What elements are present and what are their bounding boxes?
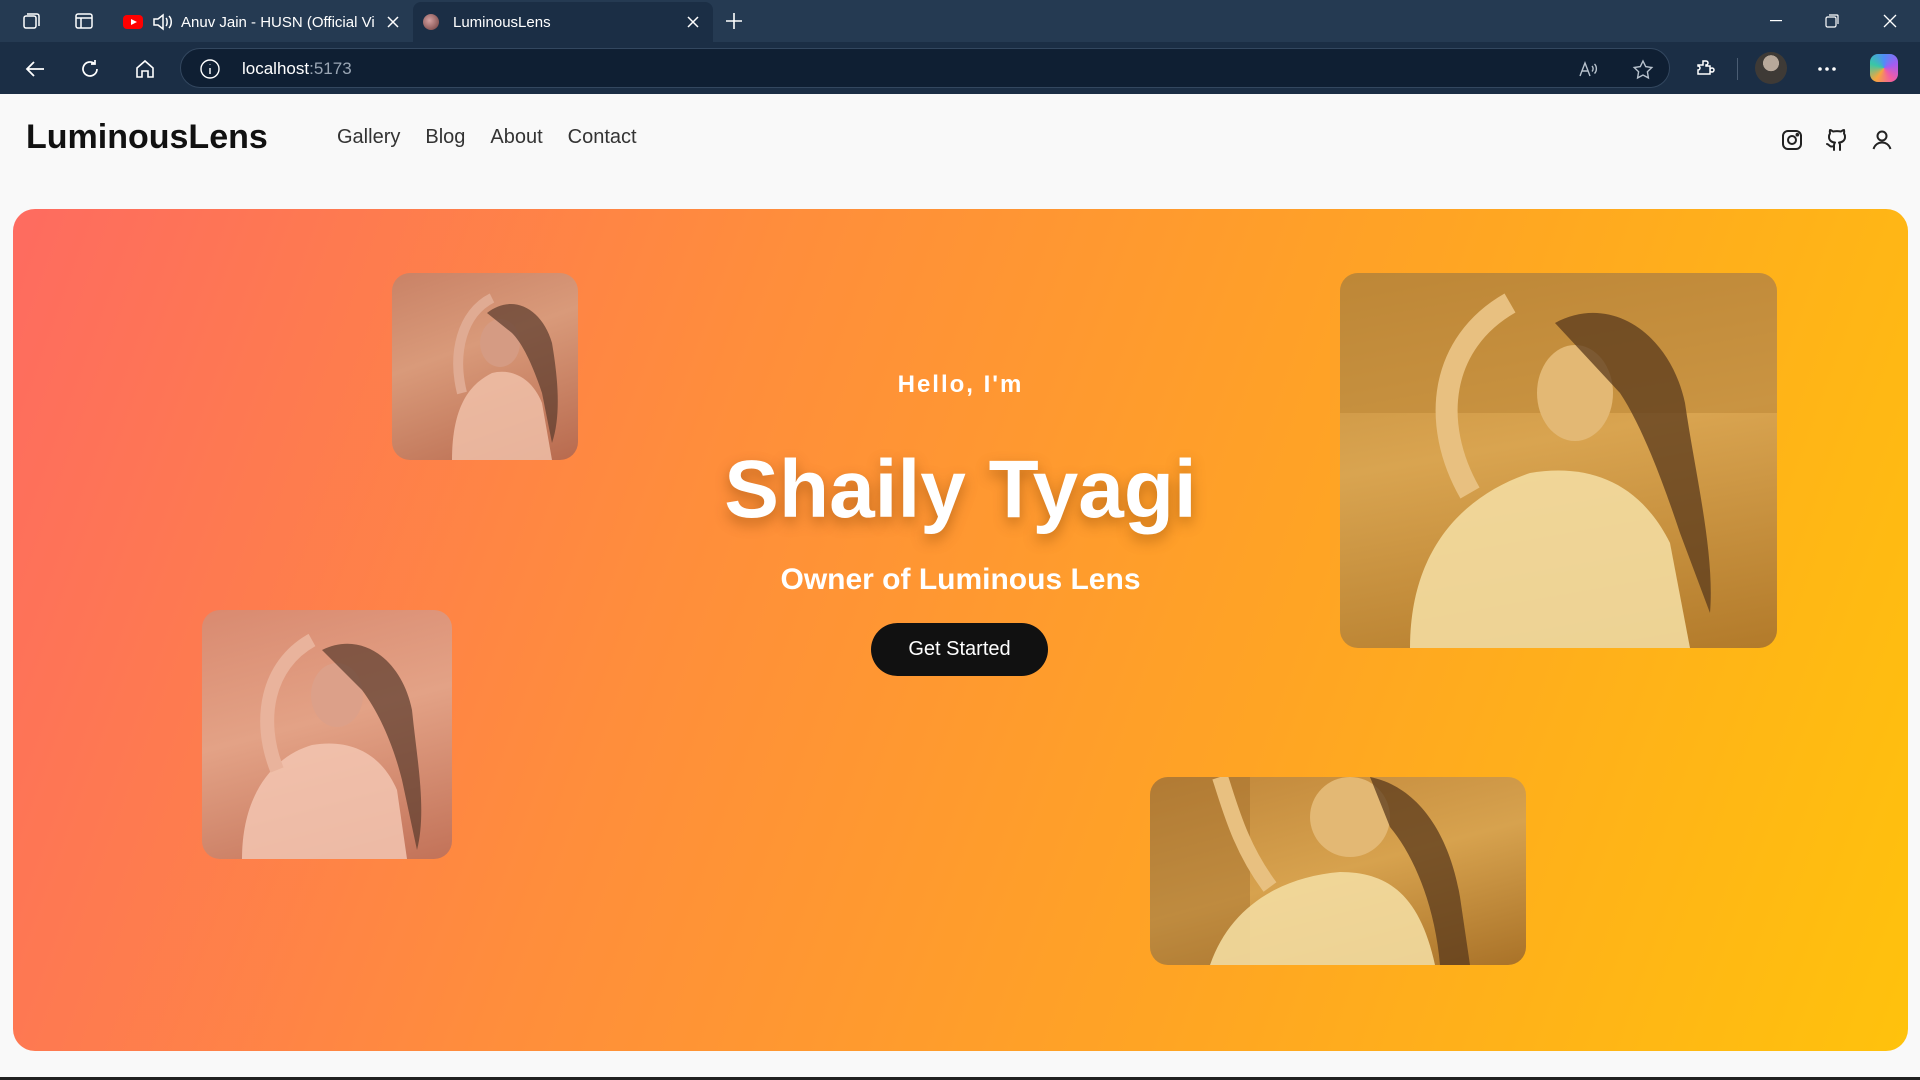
site-nav: Gallery Blog About Contact [337,126,637,149]
url-port: :5173 [309,59,352,78]
hero-greeting: Hello, I'm [897,371,1024,398]
workspaces-icon[interactable] [20,9,44,33]
copilot-icon[interactable] [1870,54,1898,82]
lens-favicon [423,14,439,30]
nav-link-blog[interactable]: Blog [425,126,465,149]
nav-link-gallery[interactable]: Gallery [337,126,400,149]
gallery-photo[interactable] [202,610,452,859]
get-started-button[interactable]: Get Started [871,623,1048,676]
refresh-icon[interactable] [75,54,105,84]
hero-role: Owner of Luminous Lens [780,563,1141,596]
extensions-icon[interactable] [1691,54,1721,84]
tab-title: LuminousLens [453,13,551,31]
youtube-icon [123,15,143,29]
site-info-icon[interactable] [199,58,221,80]
tab-title: Anuv Jain - HUSN (Official Vi [181,13,375,31]
profile-avatar[interactable] [1755,52,1787,84]
hero-name: Shaily Tyagi [724,444,1197,535]
instagram-icon[interactable] [1779,127,1805,153]
restore-icon[interactable] [1804,0,1860,42]
github-icon[interactable] [1824,127,1850,153]
site-logo[interactable]: LuminousLens [26,118,268,157]
close-window-icon[interactable] [1862,0,1918,42]
back-icon[interactable] [20,54,50,84]
nav-link-about[interactable]: About [490,126,542,149]
toolbar-divider [1737,58,1738,80]
url-text: localhost:5173 [242,59,352,79]
web-page: LuminousLens Gallery Blog About Contact [0,94,1920,1080]
browser-toolbar: localhost:5173 [0,42,1920,94]
minimize-icon[interactable] [1748,0,1804,42]
speaker-icon[interactable] [151,12,173,32]
tab-luminouslens[interactable]: LuminousLens [413,2,713,42]
browser-tab-strip: Anuv Jain - HUSN (Official Vi LuminousLe… [0,0,1920,42]
tab-youtube[interactable]: Anuv Jain - HUSN (Official Vi [113,2,413,42]
new-tab-icon[interactable] [722,9,746,33]
address-bar[interactable]: localhost:5173 [180,48,1670,88]
close-tab-icon[interactable] [683,12,703,32]
favorite-star-icon[interactable] [1631,58,1655,82]
more-options-icon[interactable] [1812,54,1842,84]
url-host: localhost [242,59,310,78]
close-tab-icon[interactable] [383,12,403,32]
read-aloud-icon[interactable] [1576,58,1600,82]
gallery-photo[interactable] [1150,777,1526,965]
gallery-photo[interactable] [392,273,578,460]
nav-link-contact[interactable]: Contact [568,126,637,149]
home-icon[interactable] [130,54,160,84]
vertical-tabs-icon[interactable] [72,9,96,33]
user-icon[interactable] [1869,127,1895,153]
hero-section: Hello, I'm Shaily Tyagi Owner of Luminou… [13,209,1908,1051]
